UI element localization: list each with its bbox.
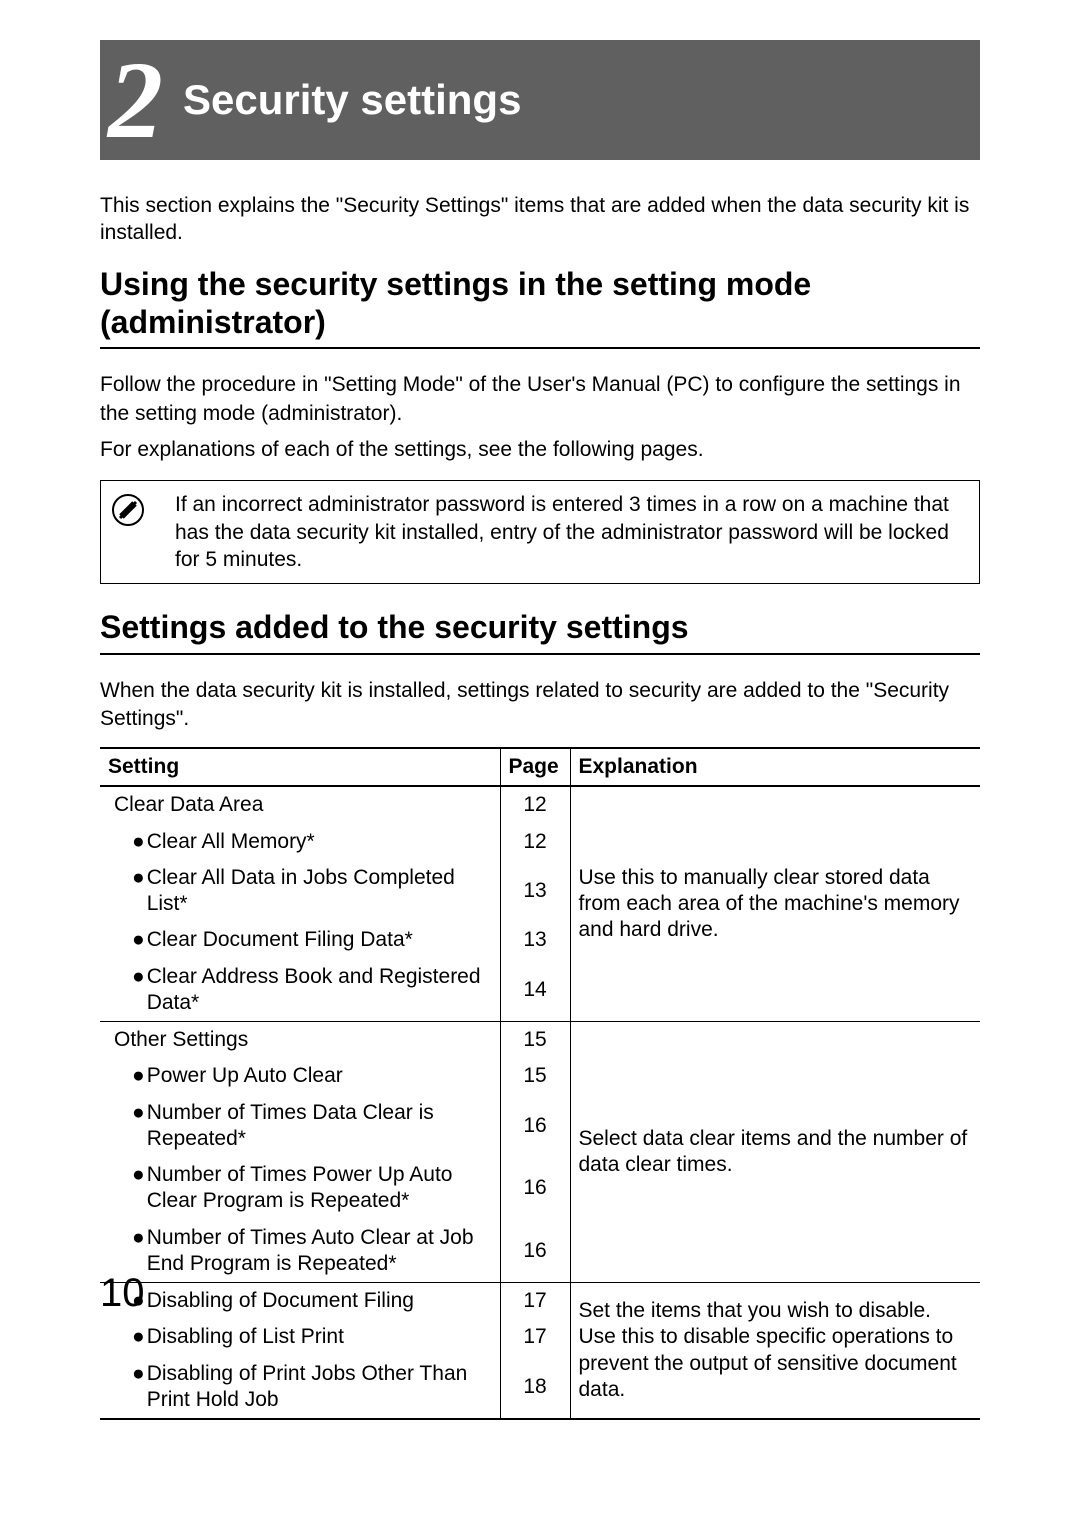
setting-label: Disabling of List Print [147,1324,344,1350]
page-cell: 16 [500,1220,570,1283]
settings-table: Setting Page Explanation Clear Data Area… [100,747,980,1420]
bullet-icon: ● [132,1162,145,1215]
setting-label: Power Up Auto Clear [147,1063,343,1089]
bullet-icon: ● [132,1063,145,1089]
page-cell: 15 [500,1058,570,1094]
setting-cell: ●Disabling of Print Jobs Other Than Prin… [100,1356,500,1420]
setting-label: Clear Address Book and Registered Data* [147,964,492,1017]
col-header-page: Page [500,748,570,786]
setting-label: Disabling of Print Jobs Other Than Print… [147,1361,492,1414]
setting-label: Clear All Memory* [147,829,315,855]
explanation-cell: Set the items that you wish to disable. … [570,1283,980,1420]
setting-cell: ●Number of Times Data Clear is Repeated* [100,1095,500,1158]
bullet-icon: ● [132,829,145,855]
setting-label: Disabling of Document Filing [147,1288,414,1314]
note-box: If an incorrect administrator password i… [100,480,980,584]
bullet-icon: ● [132,1225,145,1278]
content-area: This section explains the "Security Sett… [100,192,980,1420]
page-cell: 13 [500,922,570,958]
setting-cell: ●Number of Times Power Up Auto Clear Pro… [100,1157,500,1220]
setting-cell: ●Disabling of Document Filing [100,1283,500,1320]
page-cell: 13 [500,860,570,923]
setting-cell: ●Clear Address Book and Registered Data* [100,959,500,1022]
explanation-cell: Select data clear items and the number o… [570,1022,980,1283]
table-row: Clear Data Area12Use this to manually cl… [100,786,980,823]
paragraph: When the data security kit is installed,… [100,677,980,734]
page-cell: 14 [500,959,570,1022]
bullet-icon: ● [132,964,145,1017]
chapter-number: 2 [108,45,163,155]
section-heading-2: Settings added to the security settings [100,608,980,654]
page-cell: 17 [500,1319,570,1355]
intro-text: This section explains the "Security Sett… [100,192,980,247]
paragraph: Follow the procedure in "Setting Mode" o… [100,371,980,428]
bullet-icon: ● [132,1361,145,1414]
bullet-icon: ● [132,865,145,918]
page: 2 Security settings This section explain… [0,0,1080,1526]
page-cell: 16 [500,1157,570,1220]
page-cell: 12 [500,824,570,860]
col-header-setting: Setting [100,748,500,786]
setting-cell: ●Clear All Memory* [100,824,500,860]
setting-label: Clear All Data in Jobs Completed List* [147,865,492,918]
setting-cell: ●Disabling of List Print [100,1319,500,1355]
page-cell: 16 [500,1095,570,1158]
chapter-header: 2 Security settings [100,40,980,160]
explanation-cell: Use this to manually clear stored data f… [570,786,980,1021]
table-header-row: Setting Page Explanation [100,748,980,786]
col-header-explanation: Explanation [570,748,980,786]
chapter-title: Security settings [183,76,521,124]
bullet-icon: ● [132,927,145,953]
note-icon [111,493,145,527]
bullet-icon: ● [132,1100,145,1153]
setting-label: Number of Times Power Up Auto Clear Prog… [147,1162,492,1215]
page-cell: 15 [500,1022,570,1059]
note-text: If an incorrect administrator password i… [175,491,965,573]
page-number: 10 [100,1271,145,1316]
page-cell: 17 [500,1283,570,1320]
setting-label: Clear Document Filing Data* [147,927,413,953]
page-cell: 12 [500,786,570,823]
setting-cell: ●Clear Document Filing Data* [100,922,500,958]
paragraph: For explanations of each of the settings… [100,436,980,464]
page-cell: 18 [500,1356,570,1420]
setting-cell: ●Clear All Data in Jobs Completed List* [100,860,500,923]
table-row: Other Settings15Select data clear items … [100,1022,980,1059]
setting-label: Number of Times Data Clear is Repeated* [147,1100,492,1153]
bullet-icon: ● [132,1324,145,1350]
setting-cell: Other Settings [100,1022,500,1059]
table-row: ●Disabling of Document Filing17Set the i… [100,1283,980,1320]
setting-cell: Clear Data Area [100,786,500,823]
setting-label: Number of Times Auto Clear at Job End Pr… [147,1225,492,1278]
section-heading-1: Using the security settings in the setti… [100,265,980,350]
setting-cell: ●Number of Times Auto Clear at Job End P… [100,1220,500,1283]
setting-cell: ●Power Up Auto Clear [100,1058,500,1094]
